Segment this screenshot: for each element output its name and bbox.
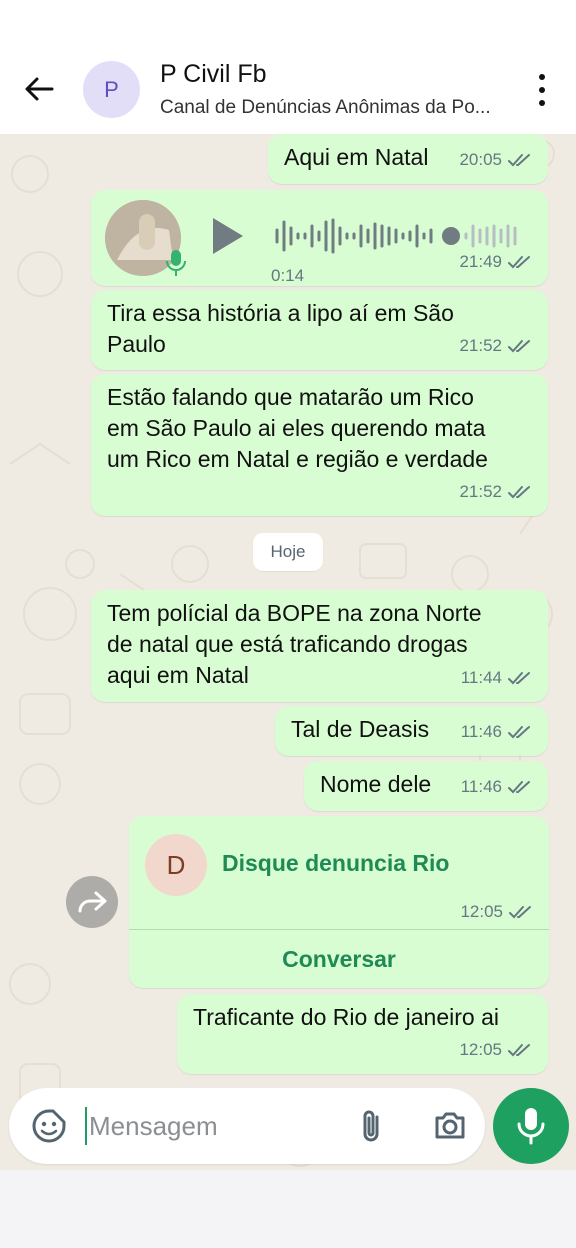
message-bubble[interactable]: Tal de Deasis 11:46 — [275, 706, 548, 756]
mic-icon[interactable] — [493, 1088, 569, 1164]
message-composer[interactable] — [9, 1088, 485, 1164]
audio-duration: 0:14 — [271, 266, 305, 285]
mic-icon — [166, 250, 186, 276]
camera-icon[interactable] — [433, 1109, 467, 1141]
contact-card-bubble[interactable]: D Disque denuncia Rio 12:05 Conversar — [129, 816, 549, 988]
read-ticks-icon — [508, 780, 530, 793]
message-input[interactable] — [89, 1104, 339, 1148]
sticker-icon[interactable] — [31, 1108, 67, 1144]
message-time: 21:52 — [459, 336, 502, 355]
chat-title[interactable]: P Civil Fb — [160, 60, 267, 89]
read-ticks-icon — [509, 905, 531, 918]
read-ticks-icon — [508, 725, 530, 738]
message-time: 20:05 — [459, 150, 502, 169]
message-bubble[interactable]: Nome dele 11:46 — [304, 761, 548, 811]
message-time: 11:46 — [460, 722, 502, 741]
message-text: Tal de Deasis — [291, 716, 430, 742]
message-bubble[interactable]: Tem polícial da BOPE na zona Norte de na… — [91, 590, 548, 702]
date-divider: Hoje — [253, 533, 323, 571]
message-bubble[interactable]: Aqui em Natal 20:05 — [268, 134, 548, 184]
text-caret — [85, 1107, 87, 1145]
chat-header: P P Civil Fb Canal de Denúncias Anônimas… — [0, 0, 576, 134]
contact-card-avatar: D — [145, 834, 207, 896]
message-text: Tem polícial da BOPE na zona Norte de na… — [107, 600, 482, 688]
message-text: Nome dele — [320, 771, 432, 797]
message-time: 21:49 — [459, 252, 502, 271]
chat-subtitle[interactable]: Canal de Denúncias Anônimas da Po... — [160, 97, 520, 119]
avatar-letter: P — [104, 76, 119, 102]
conversar-button[interactable]: Conversar — [129, 930, 549, 988]
message-time: 11:46 — [460, 777, 502, 796]
message-bubble[interactable]: Tira essa história a lipo aí em São Paul… — [91, 290, 548, 370]
contact-avatar-letter: D — [166, 849, 186, 880]
more-vert-icon[interactable] — [530, 74, 554, 106]
read-ticks-icon — [508, 153, 530, 166]
read-ticks-icon — [508, 1043, 530, 1056]
read-ticks-icon — [508, 255, 530, 268]
audio-message-bubble[interactable]: 0:14 21:49 — [91, 190, 548, 286]
contact-card-name[interactable]: Disque denuncia Rio — [222, 848, 449, 879]
message-bubble[interactable]: Traficante do Rio de janeiro ai 12:05 — [177, 994, 548, 1074]
message-time: 21:52 — [459, 482, 502, 501]
message-text: Traficante do Rio de janeiro ai — [193, 1004, 499, 1030]
forward-icon[interactable] — [66, 876, 118, 928]
read-ticks-icon — [508, 671, 530, 684]
play-icon[interactable] — [209, 216, 245, 256]
message-text: Estão falando que matarão um Rico em São… — [107, 384, 488, 472]
contact-avatar[interactable]: P — [83, 61, 140, 118]
bottom-area — [0, 1170, 576, 1248]
chat-area[interactable]: Aqui em Natal 20:05 0:14 21:49 Tira essa… — [0, 134, 576, 1170]
back-arrow-icon[interactable] — [20, 70, 58, 108]
attach-icon[interactable] — [357, 1108, 387, 1144]
read-ticks-icon — [508, 485, 530, 498]
message-time: 11:44 — [460, 668, 502, 687]
message-time: 12:05 — [460, 902, 503, 921]
message-text: Tira essa história a lipo aí em São Paul… — [107, 300, 454, 357]
message-text: Aqui em Natal — [284, 144, 429, 170]
read-ticks-icon — [508, 339, 530, 352]
message-time: 12:05 — [459, 1040, 502, 1059]
message-bubble[interactable]: Estão falando que matarão um Rico em São… — [91, 374, 548, 516]
